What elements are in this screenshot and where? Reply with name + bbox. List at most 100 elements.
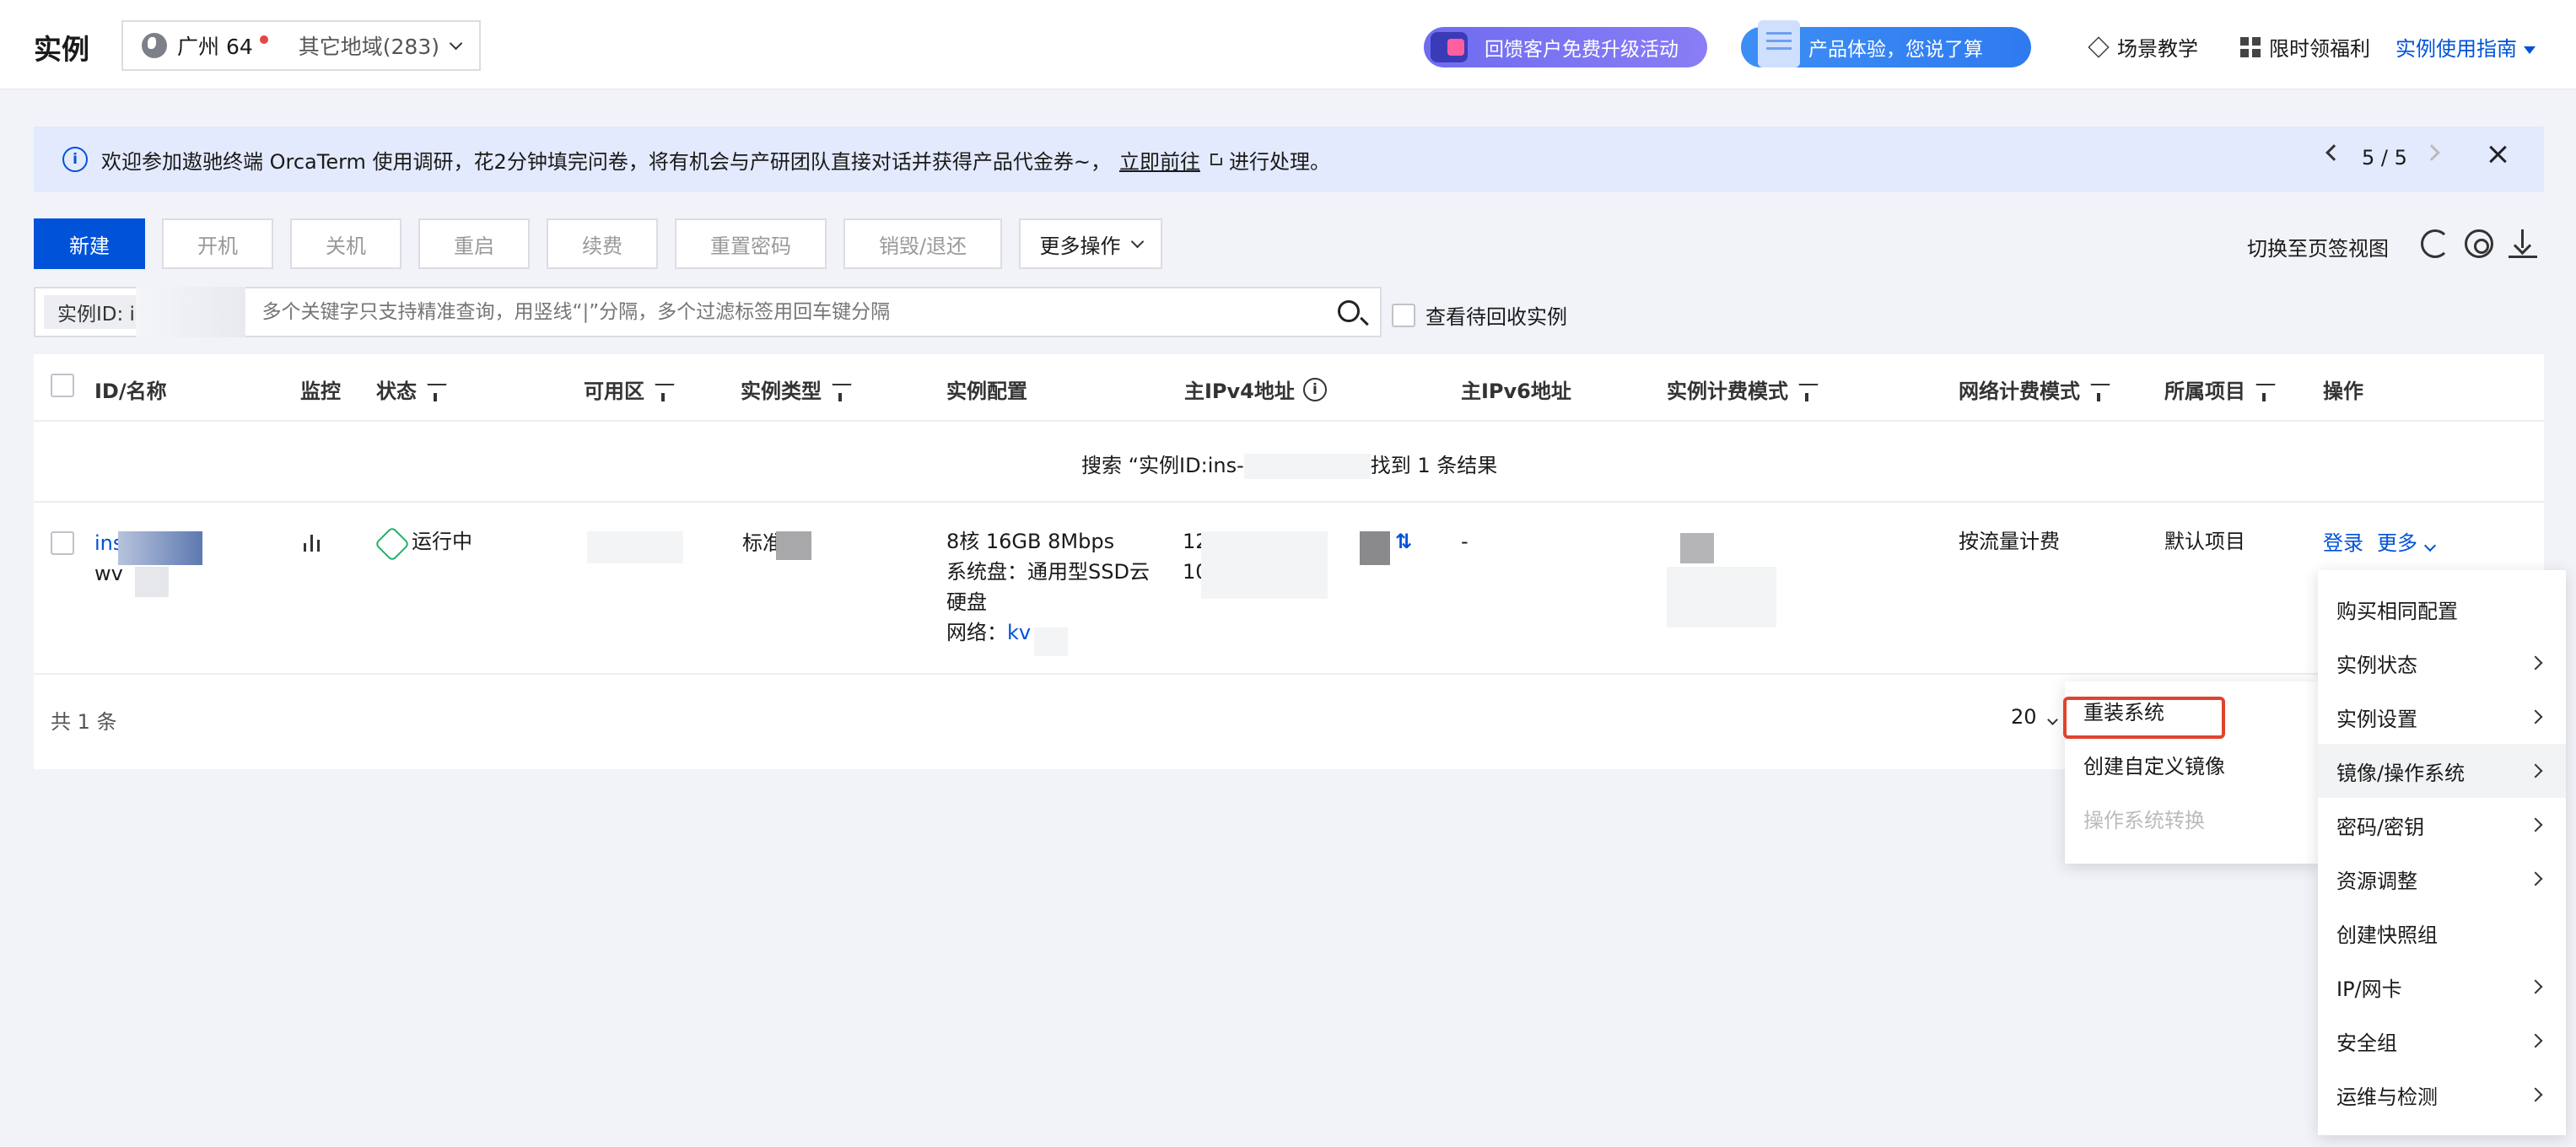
menu-item-create-snapshot-group[interactable]: 创建快照组 [2318,906,2566,960]
tutorial-link[interactable]: 场景教学 [2088,32,2198,62]
menu-item-resource-adjust[interactable]: 资源调整 [2318,852,2566,906]
chevron-right-icon [2528,1033,2543,1048]
refresh-icon[interactable] [2421,229,2449,258]
new-dot-badge [259,35,268,44]
search-bar[interactable]: 实例ID: in [34,287,1382,337]
close-icon[interactable] [2485,142,2510,167]
help-icon[interactable]: i [1302,377,1327,401]
promo-feedback-banner[interactable]: 产品体验，您说了算 [1741,20,2031,67]
tutorial-link-label: 场景教学 [2117,37,2198,61]
menu-item-buy-same[interactable]: 购买相同配置 [2318,582,2566,636]
menu-item-instance-settings[interactable]: 实例设置 [2318,690,2566,744]
promo-upgrade-banner[interactable]: 回馈客户免费升级活动 [1424,27,1707,67]
column-header-operation: 操作 [2323,380,2363,403]
redacted-block [1680,533,1714,563]
chevron-down-icon [2046,714,2058,725]
column-header-ipv4: 主IPv4地址 i [1184,374,1327,404]
column-header-net-billing[interactable]: 网络计费模式 [1959,374,2107,404]
new-button[interactable]: 新建 [34,218,145,269]
redacted-block [135,567,169,597]
menu-item-security-group[interactable]: 安全组 [2318,1014,2566,1068]
reset-password-button[interactable]: 重置密码 [675,218,827,269]
menu-item-label: 运维与检测 [2336,1085,2438,1109]
external-link-icon [1210,151,1225,165]
redacted-block [1360,531,1390,565]
more-actions-button[interactable]: 更多操作 [1019,218,1162,269]
config-network-label: 网络： [946,621,1007,644]
promo-upgrade-label: 回馈客户免费升级活动 [1485,39,1679,61]
menu-item-label: 安全组 [2336,1031,2397,1055]
renew-button[interactable]: 续费 [547,218,658,269]
search-input[interactable] [261,301,1291,323]
ip-switch-icon[interactable]: ⇅ [1395,526,1412,557]
row-more-link[interactable]: 更多 [2377,528,2437,558]
monitor-chart-icon[interactable] [302,533,324,552]
row-more-label: 更多 [2377,531,2417,555]
recycle-label: 查看待回收实例 [1425,305,1567,329]
redacted-block [1034,627,1068,656]
config-line1: 8核 16GB 8Mbps [946,530,1115,553]
select-all-checkbox[interactable] [51,374,74,397]
gear-icon[interactable] [2465,229,2493,258]
layers-icon [2088,35,2110,58]
filter-icon [655,385,671,401]
chevron-down-icon [2423,539,2437,552]
start-button[interactable]: 开机 [162,218,273,269]
page-size-select[interactable]: 20 [2011,705,2058,729]
redacted-block [135,287,245,337]
menu-item-label: 资源调整 [2336,869,2417,893]
search-result-prefix: 搜索 “实例ID:ins- [1081,454,1244,477]
stop-button[interactable]: 关机 [290,218,401,269]
divider [34,673,2544,675]
menu-item-instance-status[interactable]: 实例状态 [2318,636,2566,690]
restart-button[interactable]: 重启 [418,218,530,269]
create-custom-image-item[interactable]: 创建自定义镜像 [2065,737,2318,791]
menu-item-image-os[interactable]: 镜像/操作系统 [2318,744,2566,798]
search-icon[interactable] [1338,300,1360,322]
guide-link[interactable]: 实例使用指南 [2395,32,2536,62]
column-header-id: ID/名称 [94,380,167,403]
notice-pager: 5 / 5 [2362,146,2407,170]
chevron-right-icon [2528,817,2543,832]
notice-text: 欢迎参加遨驰终端 OrcaTerm 使用调研，花2分钟填完问卷，将有机会与产研团… [101,149,1111,174]
ipv6-value: - [1461,530,1469,553]
region-selector[interactable]: 广州 64 其它地域(283) [121,20,481,71]
login-link[interactable]: 登录 [2323,528,2363,558]
column-header-ipv6: 主IPv6地址 [1461,380,1571,403]
chevron-right-icon [2528,655,2543,670]
column-header-type[interactable]: 实例类型 [741,374,849,404]
destroy-button[interactable]: 销毁/退还 [843,218,1002,269]
more-actions-label: 更多操作 [1039,234,1121,258]
column-header-project[interactable]: 所属项目 [2164,374,2272,404]
switch-view-link[interactable]: 切换至页签视图 [2247,232,2389,261]
column-header-zone-label: 可用区 [584,380,644,403]
column-header-zone[interactable]: 可用区 [584,374,671,404]
divider [34,420,2544,422]
column-header-billing[interactable]: 实例计费模式 [1667,374,1815,404]
menu-item-label: 购买相同配置 [2336,599,2458,623]
promo-gift-icon [1431,32,1468,62]
config-line2: 系统盘：通用型SSD云 [946,560,1150,584]
filter-icon [2255,385,2272,401]
row-checkbox[interactable] [51,531,74,555]
menu-item-label: 镜像/操作系统 [2336,761,2466,785]
globe-icon [142,33,167,58]
column-header-status[interactable]: 状态 [376,374,444,404]
column-header-net-billing-label: 网络计费模式 [1959,380,2080,403]
redacted-block [587,531,683,563]
welfare-link[interactable]: 限时领福利 [2240,32,2370,62]
network-link[interactable]: kv [1007,621,1031,644]
recycle-checkbox[interactable] [1392,303,1415,327]
filter-icon [2090,385,2107,401]
notice-banner: i 欢迎参加遨驰终端 OrcaTerm 使用调研，花2分钟填完问卷，将有机会与产… [34,127,2544,192]
recycle-toggle[interactable]: 查看待回收实例 [1392,300,1567,330]
menu-item-password-key[interactable]: 密码/密钥 [2318,798,2566,852]
menu-item-ops-detection[interactable]: 运维与检测 [2318,1068,2566,1122]
caret-down-icon [2524,46,2536,54]
chevron-right-icon [2528,871,2543,886]
download-icon[interactable] [2509,229,2537,258]
column-header-billing-label: 实例计费模式 [1667,380,1788,403]
notice-link[interactable]: 立即前往 [1119,145,1200,175]
menu-item-ip-nic[interactable]: IP/网卡 [2318,960,2566,1014]
menu-item-label: 创建快照组 [2336,923,2438,947]
